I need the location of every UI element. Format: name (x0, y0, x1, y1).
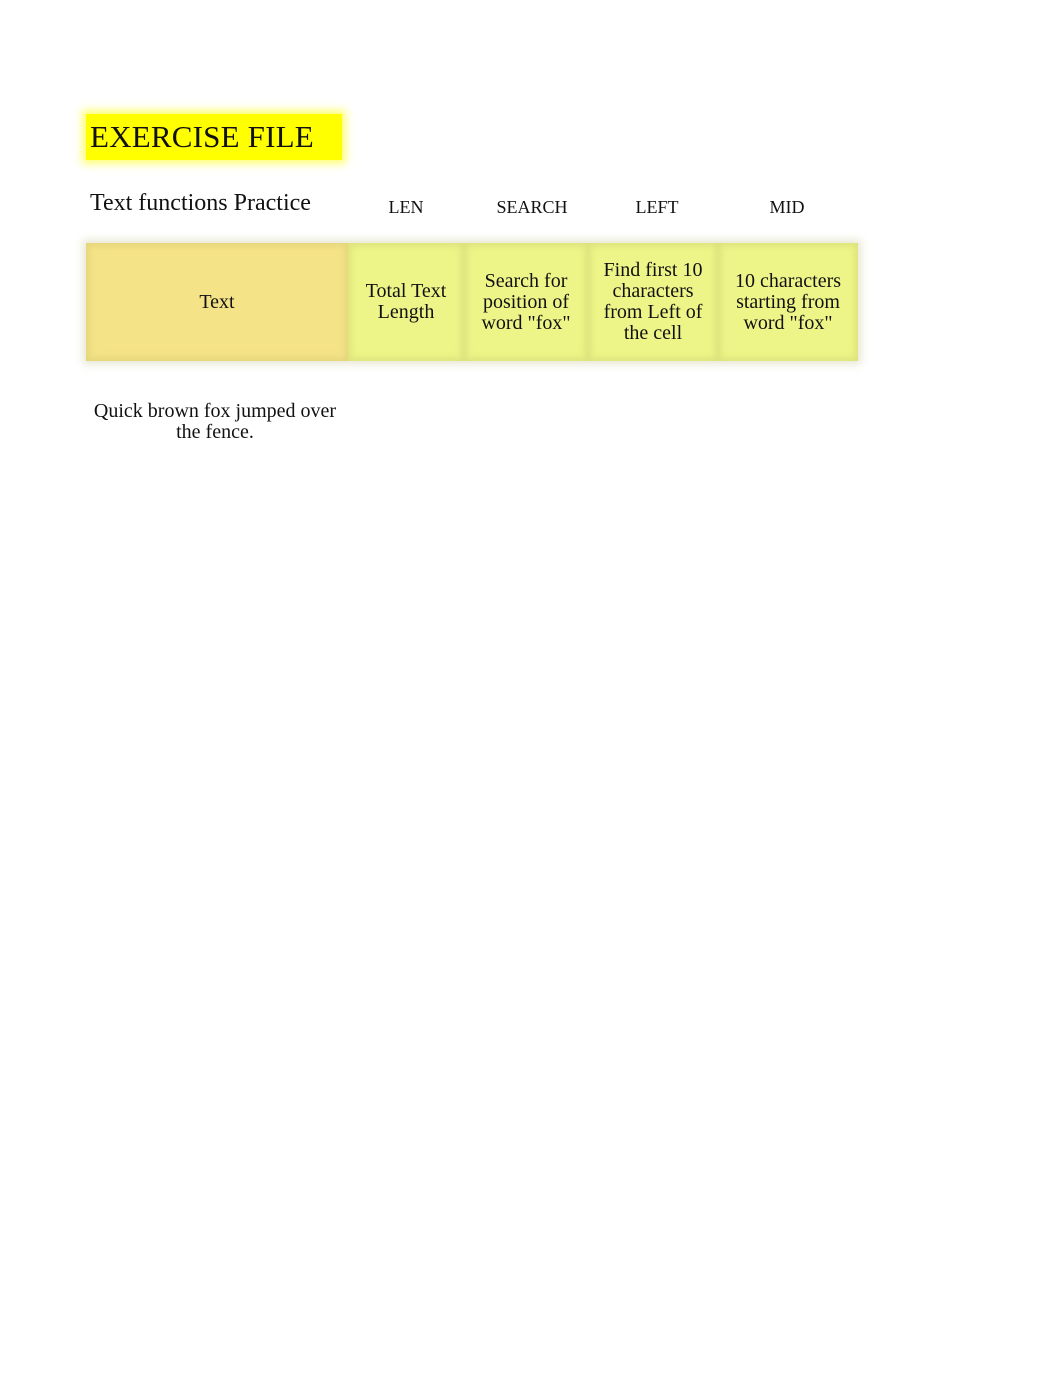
header-left-label: Find first 10 characters from Left of th… (603, 259, 703, 344)
header-cell-text[interactable]: Text (86, 243, 348, 361)
header-cell-search[interactable]: Search for position of word "fox" (464, 243, 588, 361)
sheet-subtitle: Text functions Practice (90, 190, 311, 216)
header-cell-left[interactable]: Find first 10 characters from Left of th… (588, 243, 718, 361)
header-len-label: Total Text Length (365, 280, 447, 323)
exercise-title: EXERCISE FILE (86, 114, 342, 160)
function-label-search: SEARCH (496, 197, 568, 217)
header-mid-label: 10 characters starting from word "fox" (734, 269, 842, 334)
table-header-row: Text Total Text Length Search for positi… (86, 243, 858, 361)
header-text-label: Text (199, 290, 235, 313)
function-label-len: LEN (388, 197, 424, 217)
data-cell-text[interactable]: Quick brown fox jumped over the fence. (86, 401, 344, 443)
function-label-left: LEFT (635, 197, 679, 217)
header-cell-len[interactable]: Total Text Length (348, 243, 464, 361)
header-search-label: Search for position of word "fox" (481, 269, 571, 334)
function-label-mid: MID (769, 197, 805, 217)
header-cell-mid[interactable]: 10 characters starting from word "fox" (718, 243, 858, 361)
